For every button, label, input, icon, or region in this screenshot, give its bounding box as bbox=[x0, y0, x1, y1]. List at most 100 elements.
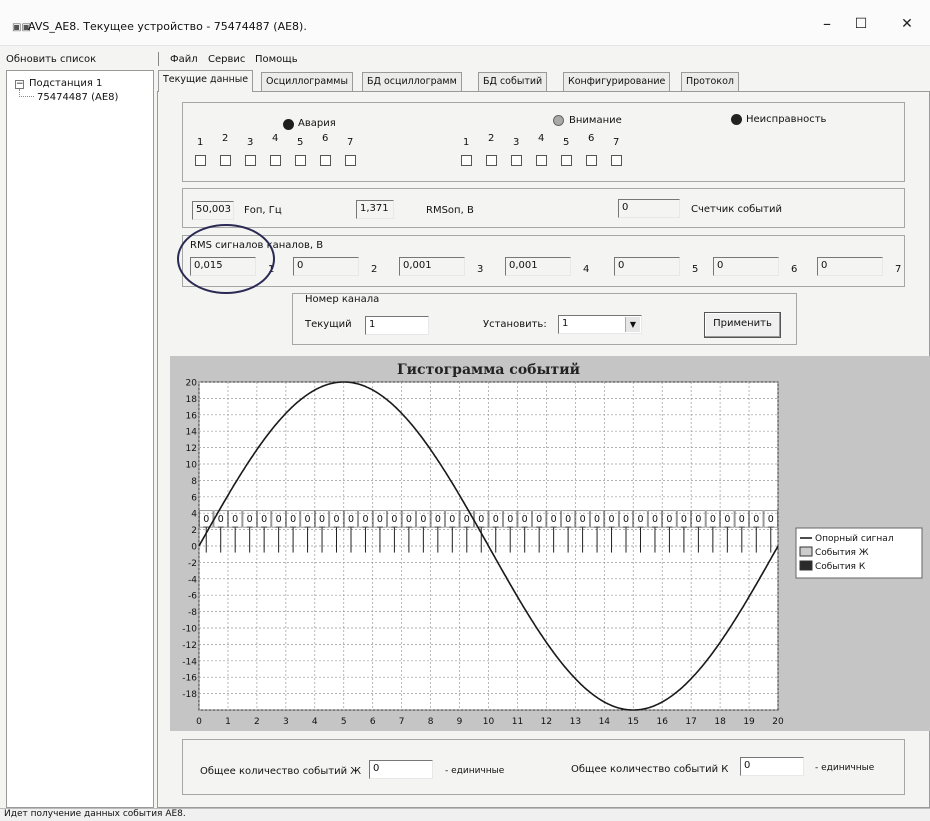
x-tick-label: 12 bbox=[541, 717, 552, 727]
channel-number-group: Номер канала Текущий 1 Установить: 1 ▼ П… bbox=[292, 293, 797, 345]
data-label: 0 bbox=[377, 514, 383, 525]
y-tick-label: 18 bbox=[186, 395, 198, 405]
rms-channel-field: 0 bbox=[293, 257, 359, 276]
current-channel-field[interactable]: 1 bbox=[365, 316, 429, 335]
alarm-channel-checkbox[interactable] bbox=[320, 155, 331, 166]
close-button[interactable]: ✕ bbox=[892, 12, 922, 36]
x-tick-label: 19 bbox=[743, 717, 755, 727]
x-tick-label: 16 bbox=[656, 717, 668, 727]
window-title: AVS_AE8. Текущее устройство - 75474487 (… bbox=[28, 20, 307, 33]
y-tick-label: 16 bbox=[186, 411, 198, 421]
y-tick-label: 8 bbox=[191, 477, 197, 487]
x-tick-label: 10 bbox=[483, 717, 495, 727]
attention-channel-checkbox[interactable] bbox=[486, 155, 497, 166]
data-label: 0 bbox=[551, 514, 557, 525]
x-tick-label: 13 bbox=[570, 717, 581, 727]
data-label: 0 bbox=[362, 514, 368, 525]
x-tick-label: 7 bbox=[399, 717, 405, 727]
alarm-channel-checkbox[interactable] bbox=[195, 155, 206, 166]
data-label: 0 bbox=[203, 514, 209, 525]
status-bar: Идет получение данных события AE8. bbox=[0, 808, 930, 821]
alarm-label: Авария bbox=[298, 118, 336, 129]
attention-label: Внимание bbox=[569, 115, 622, 126]
attention-lamp-icon bbox=[553, 115, 564, 126]
set-channel-label: Установить: bbox=[483, 319, 547, 330]
data-label: 0 bbox=[594, 514, 600, 525]
data-label: 0 bbox=[290, 514, 296, 525]
tab-current-data[interactable]: Текущие данные bbox=[158, 70, 254, 92]
alarm-channel-checkbox[interactable] bbox=[345, 155, 356, 166]
data-label: 0 bbox=[464, 514, 470, 525]
alarm-channel-checkbox[interactable] bbox=[270, 155, 281, 166]
legend-swatch-events-k bbox=[799, 560, 813, 571]
tree-collapse-icon[interactable]: − bbox=[15, 80, 24, 89]
x-tick-label: 0 bbox=[196, 717, 202, 727]
attention-channel-checkbox[interactable] bbox=[536, 155, 547, 166]
attention-channel-checkbox[interactable] bbox=[586, 155, 597, 166]
alarm-channel-checkbox[interactable] bbox=[220, 155, 231, 166]
data-label: 0 bbox=[536, 514, 542, 525]
alarm-channel-checkbox[interactable] bbox=[245, 155, 256, 166]
alarm-channel-number: 1 bbox=[197, 137, 204, 148]
alarm-channel-checkbox[interactable] bbox=[295, 155, 306, 166]
tab-oscillograms[interactable]: Осциллограммы bbox=[261, 72, 353, 91]
data-label: 0 bbox=[695, 514, 701, 525]
data-label: 0 bbox=[652, 514, 658, 525]
data-label: 0 bbox=[247, 514, 253, 525]
device-tree[interactable]: − Подстанция 1 75474487 (AE8) bbox=[6, 70, 154, 808]
menu-help[interactable]: Помощь bbox=[255, 54, 298, 65]
attention-channel-number: 1 bbox=[463, 137, 470, 148]
data-label: 0 bbox=[710, 514, 716, 525]
set-channel-select[interactable]: 1 ▼ bbox=[558, 315, 642, 334]
tree-item-device[interactable]: 75474487 (AE8) bbox=[37, 92, 118, 103]
rms-channel-number: 6 bbox=[791, 264, 798, 275]
status-text: Идет получение данных события AE8. bbox=[4, 809, 186, 819]
tab-events-db[interactable]: БД событий bbox=[478, 72, 548, 91]
total-zh-unit: - единичные bbox=[445, 766, 505, 776]
y-tick-label: -16 bbox=[182, 674, 197, 684]
tab-configuration[interactable]: Конфигурирование bbox=[563, 72, 671, 91]
data-label: 0 bbox=[218, 514, 224, 525]
tab-osc-db[interactable]: БД осциллограмм bbox=[362, 72, 462, 91]
frequency-label: Fоп, Гц bbox=[244, 205, 282, 216]
x-tick-label: 15 bbox=[628, 717, 639, 727]
refresh-list-button[interactable]: Обновить список bbox=[6, 54, 96, 65]
menu-service[interactable]: Сервис bbox=[208, 54, 245, 65]
attention-channel-checkbox[interactable] bbox=[611, 155, 622, 166]
rms-channel-field: 0,001 bbox=[505, 257, 571, 276]
maximize-button[interactable]: ☐ bbox=[846, 12, 876, 36]
y-tick-label: 2 bbox=[191, 526, 197, 536]
channel-number-label: Номер канала bbox=[303, 294, 382, 305]
chevron-down-icon[interactable]: ▼ bbox=[625, 317, 640, 332]
rms-channel-number: 2 bbox=[371, 264, 378, 275]
data-label: 0 bbox=[768, 514, 774, 525]
data-label: 0 bbox=[580, 514, 586, 525]
title-bar: ▣▣ AVS_AE8. Текущее устройство - 7547448… bbox=[0, 0, 930, 46]
menu-file[interactable]: Файл bbox=[170, 54, 198, 65]
legend-label-events-k: События К bbox=[815, 562, 866, 572]
data-label: 0 bbox=[507, 514, 513, 525]
tree-item-substation[interactable]: Подстанция 1 bbox=[29, 78, 102, 89]
current-channel-label: Текущий bbox=[305, 319, 352, 330]
data-label: 0 bbox=[333, 514, 339, 525]
event-histogram-chart: Гистограмма событий 20 18 16 14 12 10 8 6 4 2 0 -2 -4… bbox=[170, 356, 930, 731]
data-label: 0 bbox=[493, 514, 499, 525]
apply-button[interactable]: Применить bbox=[704, 312, 781, 338]
data-label: 0 bbox=[478, 514, 484, 525]
minimize-button[interactable]: – bbox=[812, 12, 842, 36]
tab-protocol[interactable]: Протокол bbox=[681, 72, 739, 91]
attention-channel-checkbox[interactable] bbox=[511, 155, 522, 166]
attention-channel-number: 5 bbox=[563, 137, 570, 148]
data-label: 0 bbox=[724, 514, 730, 525]
attention-channel-number: 3 bbox=[513, 137, 520, 148]
attention-channel-checkbox[interactable] bbox=[561, 155, 572, 166]
x-tick-label: 14 bbox=[599, 717, 611, 727]
attention-channel-checkbox[interactable] bbox=[461, 155, 472, 166]
alarm-channel-number: 2 bbox=[222, 133, 229, 144]
x-tick-label: 17 bbox=[685, 717, 696, 727]
y-tick-label: -2 bbox=[188, 559, 197, 569]
rms-reference-field: 1,371 bbox=[356, 200, 394, 219]
x-tick-label: 2 bbox=[254, 717, 260, 727]
total-zh-label: Общее количество событий Ж bbox=[200, 766, 362, 777]
data-label: 0 bbox=[261, 514, 267, 525]
